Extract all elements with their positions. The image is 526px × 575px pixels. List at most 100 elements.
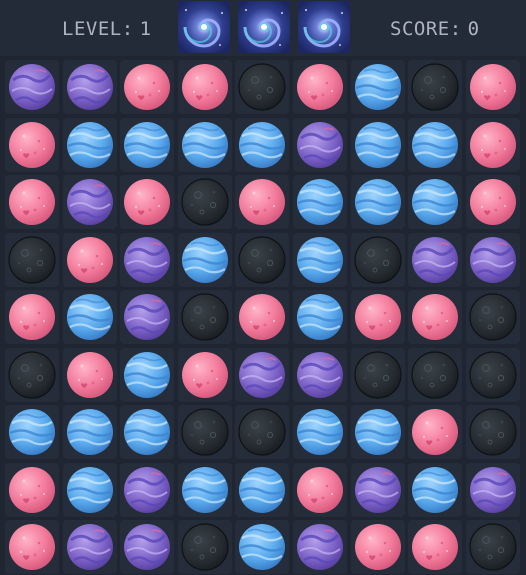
board-cell[interactable] xyxy=(350,520,405,574)
purple-planet-icon xyxy=(469,236,516,283)
board-cell[interactable] xyxy=(465,117,520,172)
board-cell[interactable] xyxy=(235,462,290,517)
board-cell[interactable] xyxy=(465,462,520,517)
board-cell[interactable] xyxy=(177,462,232,517)
board-cell[interactable] xyxy=(62,462,117,517)
board-cell[interactable] xyxy=(235,175,290,229)
board-cell[interactable] xyxy=(293,232,347,287)
board-cell[interactable] xyxy=(235,232,290,287)
board-cell[interactable] xyxy=(177,405,232,459)
galaxy-swirl-icon xyxy=(178,1,230,53)
board-cell[interactable] xyxy=(177,520,232,574)
board-cell[interactable] xyxy=(120,347,175,402)
board-cell[interactable] xyxy=(5,175,59,229)
board-cell[interactable] xyxy=(177,347,232,402)
board-cell[interactable] xyxy=(350,232,405,287)
board-cell[interactable] xyxy=(62,290,117,344)
board-cell[interactable] xyxy=(408,520,463,574)
board-cell[interactable] xyxy=(5,462,59,517)
board-cell[interactable] xyxy=(408,290,463,344)
board-cell[interactable] xyxy=(62,117,117,172)
board-cell[interactable] xyxy=(120,462,175,517)
pink-planet-icon xyxy=(354,294,401,340)
board-cell[interactable] xyxy=(465,290,520,344)
pink-planet-icon xyxy=(9,121,55,168)
purple-planet-icon xyxy=(239,351,286,398)
board-cell[interactable] xyxy=(177,60,232,114)
board-cell[interactable] xyxy=(5,60,59,114)
board-cell[interactable] xyxy=(293,175,347,229)
board-cell[interactable] xyxy=(465,405,520,459)
board-cell[interactable] xyxy=(465,520,520,574)
black-planet-icon xyxy=(238,235,286,284)
board-cell[interactable] xyxy=(235,405,290,459)
board-cell[interactable] xyxy=(350,462,405,517)
pink-planet-icon xyxy=(9,294,55,340)
board-cell[interactable] xyxy=(177,175,232,229)
board-cell[interactable] xyxy=(293,462,347,517)
purple-planet-icon xyxy=(124,466,171,513)
board-cell[interactable] xyxy=(350,405,405,459)
galaxy-swirl-icon xyxy=(238,1,290,53)
blue-planet-icon xyxy=(239,121,286,168)
board-cell[interactable] xyxy=(177,117,232,172)
blue-planet-icon xyxy=(354,121,401,168)
pink-planet-icon xyxy=(66,236,113,283)
purple-planet-icon xyxy=(297,121,343,168)
board-cell[interactable] xyxy=(5,232,59,287)
board-cell[interactable] xyxy=(293,290,347,344)
board-cell[interactable] xyxy=(62,60,117,114)
board-cell[interactable] xyxy=(120,60,175,114)
board-cell[interactable] xyxy=(177,232,232,287)
board-cell[interactable] xyxy=(293,60,347,114)
board-cell[interactable] xyxy=(408,462,463,517)
pink-planet-icon xyxy=(412,409,459,455)
board-cell[interactable] xyxy=(408,347,463,402)
board-cell[interactable] xyxy=(120,232,175,287)
board-cell[interactable] xyxy=(408,175,463,229)
board-cell[interactable] xyxy=(235,347,290,402)
board-cell[interactable] xyxy=(62,175,117,229)
blue-planet-icon xyxy=(124,409,171,455)
board-cell[interactable] xyxy=(62,405,117,459)
board-cell[interactable] xyxy=(408,405,463,459)
board-cell[interactable] xyxy=(120,175,175,229)
black-planet-icon xyxy=(238,408,286,456)
board-cell[interactable] xyxy=(350,175,405,229)
board-cell[interactable] xyxy=(5,290,59,344)
board-cell[interactable] xyxy=(465,347,520,402)
board-cell[interactable] xyxy=(235,60,290,114)
board-cell[interactable] xyxy=(62,347,117,402)
board-cell[interactable] xyxy=(350,290,405,344)
board-cell[interactable] xyxy=(5,347,59,402)
board-cell[interactable] xyxy=(120,405,175,459)
board-cell[interactable] xyxy=(235,117,290,172)
board-cell[interactable] xyxy=(408,232,463,287)
board-cell[interactable] xyxy=(293,520,347,574)
board-cell[interactable] xyxy=(465,175,520,229)
board-cell[interactable] xyxy=(235,290,290,344)
board-cell[interactable] xyxy=(5,520,59,574)
board-cell[interactable] xyxy=(120,290,175,344)
blue-planet-icon xyxy=(297,236,343,283)
board-cell[interactable] xyxy=(5,405,59,459)
board-cell[interactable] xyxy=(293,347,347,402)
board-cell[interactable] xyxy=(408,60,463,114)
board-cell[interactable] xyxy=(120,117,175,172)
board-cell[interactable] xyxy=(62,520,117,574)
board-cell[interactable] xyxy=(465,232,520,287)
board-cell[interactable] xyxy=(62,232,117,287)
board-cell[interactable] xyxy=(465,60,520,114)
board-cell[interactable] xyxy=(350,117,405,172)
board-cell[interactable] xyxy=(5,117,59,172)
board-cell[interactable] xyxy=(293,117,347,172)
board-cell[interactable] xyxy=(350,60,405,114)
board-cell[interactable] xyxy=(177,290,232,344)
board-cell[interactable] xyxy=(235,520,290,574)
board-cell[interactable] xyxy=(120,520,175,574)
purple-planet-icon xyxy=(66,64,113,110)
board-cell[interactable] xyxy=(293,405,347,459)
board-cell[interactable] xyxy=(350,347,405,402)
blue-planet-icon xyxy=(354,179,401,225)
board-cell[interactable] xyxy=(408,117,463,172)
